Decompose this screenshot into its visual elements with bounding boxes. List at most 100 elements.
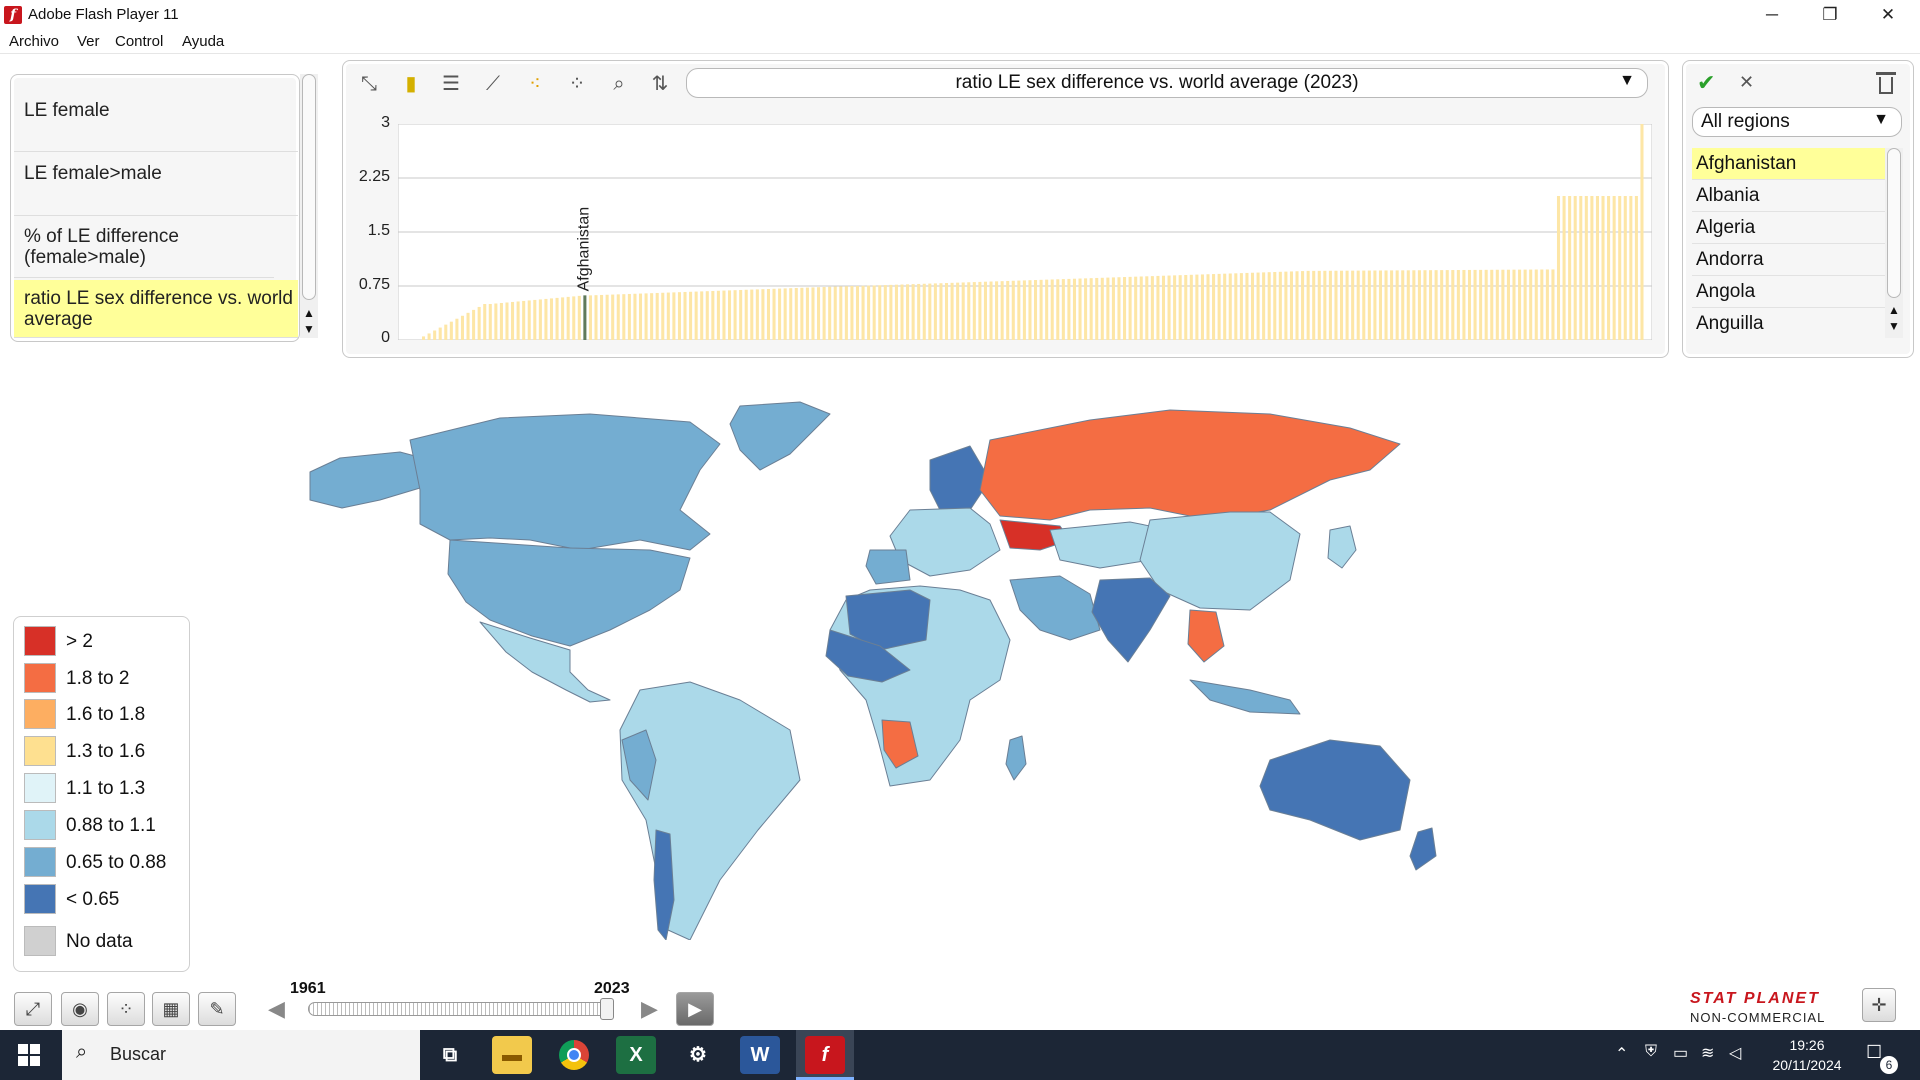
scroll-up-arrow[interactable]: ▲: [303, 306, 315, 320]
scrollbar-thumb[interactable]: [1887, 148, 1901, 298]
bar: [588, 295, 592, 340]
line-chart-icon[interactable]: ⟋: [478, 70, 508, 98]
region-scrollbar[interactable]: ▲ ▼: [1885, 148, 1903, 338]
indicator-item[interactable]: % of LE difference (female>male): [14, 218, 274, 278]
bar: [1267, 272, 1271, 340]
sort-icon[interactable]: ⇅: [645, 70, 675, 98]
clock-date[interactable]: 20/11/2024: [1768, 1057, 1846, 1073]
scatter-icon[interactable]: ⁖: [520, 70, 550, 98]
close-button[interactable]: ✕: [1859, 0, 1917, 30]
menu-archivo[interactable]: Archivo: [9, 33, 59, 50]
bar: [995, 281, 999, 340]
bar: [1629, 196, 1633, 340]
excel-icon[interactable]: X: [616, 1036, 656, 1074]
battery-icon[interactable]: ▭: [1673, 1043, 1688, 1063]
trash-icon[interactable]: [1876, 70, 1896, 94]
bar: [689, 291, 693, 340]
bar-afghanistan: [583, 295, 587, 340]
bar: [1106, 277, 1110, 340]
region-item[interactable]: Algeria: [1692, 212, 1888, 244]
bar: [1306, 270, 1310, 340]
scroll-up-arrow[interactable]: ▲: [1888, 303, 1900, 317]
security-icon[interactable]: ⛨: [1645, 1043, 1657, 1061]
bar: [611, 294, 615, 340]
bar: [933, 283, 937, 340]
table-icon[interactable]: ▦: [152, 992, 190, 1026]
bar: [1317, 270, 1321, 340]
horizontal-bar-icon[interactable]: ☰: [436, 70, 466, 98]
region-item[interactable]: Anguilla: [1692, 308, 1888, 340]
fullscreen-icon[interactable]: ⤢: [14, 992, 52, 1026]
chrome-icon[interactable]: [554, 1036, 594, 1074]
windows-start-icon[interactable]: [18, 1044, 40, 1066]
region-item[interactable]: Albania: [1692, 180, 1888, 212]
timeline-prev-icon[interactable]: ◀: [268, 996, 285, 1022]
region-item-selected[interactable]: Afghanistan: [1692, 148, 1888, 180]
zoom-icon[interactable]: ⌕: [604, 70, 634, 98]
checkmark-icon[interactable]: ✔: [1697, 70, 1715, 96]
legend-label: 1.3 to 1.6: [66, 741, 146, 762]
bar: [466, 312, 470, 340]
bar: [1595, 196, 1599, 340]
bubble-icon[interactable]: ⁘: [562, 70, 592, 98]
bar: [1534, 269, 1538, 340]
menu-ver[interactable]: Ver: [77, 33, 100, 50]
flash-icon[interactable]: f: [805, 1036, 845, 1074]
file-explorer-icon[interactable]: ▬: [492, 1036, 532, 1074]
bar: [1623, 196, 1627, 340]
scrollbar-thumb[interactable]: [302, 74, 316, 300]
bar: [1212, 274, 1216, 340]
expand-icon[interactable]: ⤡: [354, 70, 384, 98]
region-dropdown[interactable]: All regions ▼: [1692, 107, 1902, 137]
legend-swatch: [24, 773, 56, 803]
menu-control[interactable]: Control: [115, 33, 163, 50]
legend-label: 1.1 to 1.3: [66, 778, 146, 799]
world-map[interactable]: [270, 400, 1670, 940]
indicator-item[interactable]: LE female>male: [14, 154, 298, 216]
bar: [728, 290, 732, 340]
volume-icon[interactable]: ◁: [1729, 1043, 1741, 1063]
taskbar-search[interactable]: ⌕ Buscar: [62, 1030, 420, 1080]
region-dropdown-value: All regions: [1701, 111, 1790, 132]
collapse-icon[interactable]: ✛: [1862, 988, 1896, 1022]
notifications-icon[interactable]: ☐: [1866, 1042, 1882, 1063]
bar: [1239, 273, 1243, 340]
play-icon[interactable]: ▶: [676, 992, 714, 1026]
settings-icon[interactable]: ⚙: [678, 1036, 718, 1074]
bar: [711, 290, 715, 340]
indicator-item-selected[interactable]: ratio LE sex difference vs. world averag…: [14, 280, 298, 338]
timeline-handle[interactable]: [600, 998, 614, 1020]
bar: [444, 324, 448, 340]
region-item[interactable]: Angola: [1692, 276, 1888, 308]
indicator-item[interactable]: LE female: [14, 92, 298, 152]
maximize-button[interactable]: ❐: [1801, 0, 1859, 30]
indicator-label: LE female>male: [24, 163, 162, 184]
notes-icon[interactable]: ✎: [198, 992, 236, 1026]
indicator-dropdown[interactable]: ratio LE sex difference vs. world averag…: [686, 68, 1648, 98]
indicator-label: ratio LE sex difference vs. world averag…: [24, 288, 293, 330]
bar: [516, 301, 520, 340]
wifi-icon[interactable]: ≋: [1701, 1043, 1714, 1063]
word-icon[interactable]: W: [740, 1036, 780, 1074]
bar-chart-icon[interactable]: ▮: [396, 70, 426, 98]
bar: [555, 297, 559, 340]
minimize-button[interactable]: ─: [1743, 0, 1801, 30]
scroll-down-arrow[interactable]: ▼: [303, 322, 315, 336]
timeline-slider[interactable]: [308, 1002, 614, 1016]
menu-ayuda[interactable]: Ayuda: [182, 33, 224, 50]
region-item[interactable]: Andorra: [1692, 244, 1888, 276]
map-layers-icon[interactable]: ⁘: [107, 992, 145, 1026]
task-view-icon[interactable]: ⧉: [430, 1036, 470, 1074]
timeline-next-icon[interactable]: ▶: [641, 996, 658, 1022]
clock-time[interactable]: 19:26: [1768, 1037, 1846, 1053]
scroll-down-arrow[interactable]: ▼: [1888, 319, 1900, 333]
bar: [600, 294, 604, 340]
close-icon[interactable]: ✕: [1739, 72, 1754, 93]
bar: [1061, 279, 1065, 340]
eye-icon[interactable]: ◉: [61, 992, 99, 1026]
bar: [978, 281, 982, 340]
bar: [1445, 270, 1449, 340]
bar: [1167, 275, 1171, 340]
chevron-up-icon[interactable]: ⌃: [1615, 1044, 1628, 1064]
indicator-scrollbar[interactable]: ▲ ▼: [300, 74, 318, 338]
